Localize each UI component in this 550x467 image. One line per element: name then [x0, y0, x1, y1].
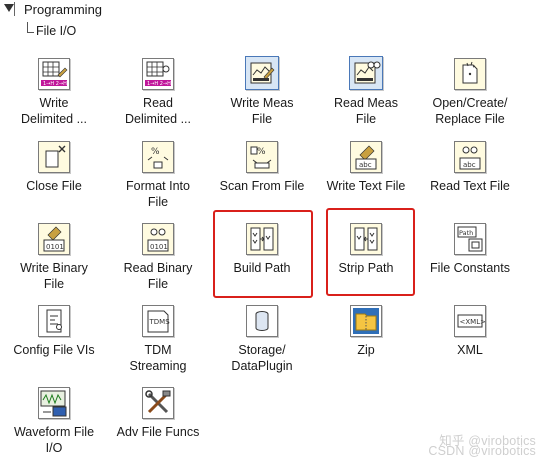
palette-tree: Programming File I/O [0, 0, 550, 44]
path-constant-icon: Path [454, 223, 486, 255]
watermark-csdn: CSDN @virobotics [428, 444, 536, 458]
palette-item-build-path[interactable]: Build Path [210, 223, 314, 303]
svg-text:abc: abc [463, 161, 476, 169]
item-label: Strip Path [338, 261, 394, 275]
palette-item-file-constants[interactable]: Path File Constants [418, 223, 522, 303]
palette-item-read-text-file[interactable]: abc Read Text File [418, 141, 522, 221]
close-file-icon [38, 141, 70, 173]
item-label: XML [457, 343, 483, 357]
item-label: Zip [357, 343, 375, 357]
write-binary-icon: 0101 [38, 223, 70, 255]
palette-item-write-delimited[interactable]: 1→H 2→H Write Delimited ... [2, 58, 106, 138]
item-label: Config File VIs [13, 343, 95, 357]
format-file-icon: % [142, 141, 174, 173]
item-label: Read Binary File [123, 261, 193, 291]
palette-item-write-binary-file[interactable]: 0101 Write Binary File [2, 223, 106, 303]
file-open-icon [454, 58, 486, 90]
palette-item-read-meas-file[interactable]: Read Meas File [314, 56, 418, 136]
xml-icon: <XML> [454, 305, 486, 337]
palette-item-strip-path[interactable]: Strip Path [314, 223, 418, 303]
palette-item-open-create-replace[interactable]: Open/Create/ Replace File [418, 58, 522, 138]
svg-text:0101: 0101 [150, 243, 168, 251]
grid-pencil-icon: 1→H 2→H [38, 58, 70, 90]
item-label: Read Meas File [334, 96, 398, 126]
tools-icon [142, 387, 174, 419]
item-label: Read Text File [430, 179, 510, 193]
tree-branch [27, 22, 34, 33]
item-label: TDM Streaming [129, 343, 187, 373]
category-title[interactable]: Programming [24, 2, 102, 17]
subcategory-title[interactable]: File I/O [36, 24, 76, 38]
svg-text:1→H 2→H: 1→H 2→H [43, 81, 67, 87]
item-label: File Constants [430, 261, 510, 275]
item-label: Write Text File [326, 179, 406, 193]
config-file-icon [38, 305, 70, 337]
read-text-icon: abc [454, 141, 486, 173]
tree-line [14, 2, 15, 16]
svg-text:<XML>: <XML> [460, 318, 486, 326]
palette-item-tdm-streaming[interactable]: TDMS TDM Streaming [106, 305, 210, 385]
palette-item-storage-dataplugin[interactable]: Storage/ DataPlugin [210, 305, 314, 385]
waveform-file-icon [38, 387, 70, 419]
item-label: Adv File Funcs [116, 425, 200, 439]
palette-item-read-binary-file[interactable]: 0101 Read Binary File [106, 223, 210, 303]
palette-item-read-delimited[interactable]: 1→H 2→H Read Delimited ... [106, 58, 210, 138]
item-label: Scan From File [219, 179, 305, 193]
build-path-icon [246, 223, 278, 255]
item-label: Close File [26, 179, 82, 193]
item-label: Format Into File [126, 179, 190, 209]
item-label: Write Binary File [20, 261, 88, 291]
palette-item-waveform-file-io[interactable]: Waveform File I/O [2, 387, 106, 467]
svg-text:%: % [151, 147, 160, 157]
svg-text:0101: 0101 [46, 243, 64, 251]
item-label: Storage/ DataPlugin [231, 343, 293, 373]
storage-icon [246, 305, 278, 337]
read-meas-icon [349, 56, 383, 90]
palette-item-write-text-file[interactable]: abc Write Text File [314, 141, 418, 221]
svg-text:Path: Path [459, 229, 473, 237]
svg-text:%: % [257, 147, 266, 157]
tdm-icon: TDMS [142, 305, 174, 337]
item-label: Build Path [233, 261, 291, 275]
grid-read-icon: 1→H 2→H [142, 58, 174, 90]
svg-text:1→H 2→H: 1→H 2→H [147, 81, 171, 87]
write-meas-icon [245, 56, 279, 90]
palette-item-config-file-vis[interactable]: Config File VIs [2, 305, 106, 385]
palette-item-zip[interactable]: Zip [314, 305, 418, 385]
item-label: Open/Create/ Replace File [432, 96, 508, 126]
palette-item-format-into-file[interactable]: % Format Into File [106, 141, 210, 221]
scan-file-icon: % [246, 141, 278, 173]
collapse-arrow-icon[interactable] [4, 4, 14, 12]
item-label: Waveform File I/O [13, 425, 95, 455]
zip-icon [350, 305, 382, 337]
palette-item-close-file[interactable]: Close File [2, 141, 106, 221]
svg-text:TDMS: TDMS [149, 318, 171, 326]
read-binary-icon: 0101 [142, 223, 174, 255]
strip-path-icon [350, 223, 382, 255]
palette-item-scan-from-file[interactable]: % Scan From File [210, 141, 314, 221]
palette-item-xml[interactable]: <XML> XML [418, 305, 522, 385]
item-label: Read Delimited ... [125, 96, 191, 126]
write-text-icon: abc [350, 141, 382, 173]
svg-text:abc: abc [359, 161, 372, 169]
palette-item-adv-file-funcs[interactable]: Adv File Funcs [106, 387, 210, 467]
item-label: Write Meas File [230, 96, 294, 126]
palette-item-write-meas-file[interactable]: Write Meas File [210, 56, 314, 136]
item-label: Write Delimited ... [21, 96, 87, 126]
